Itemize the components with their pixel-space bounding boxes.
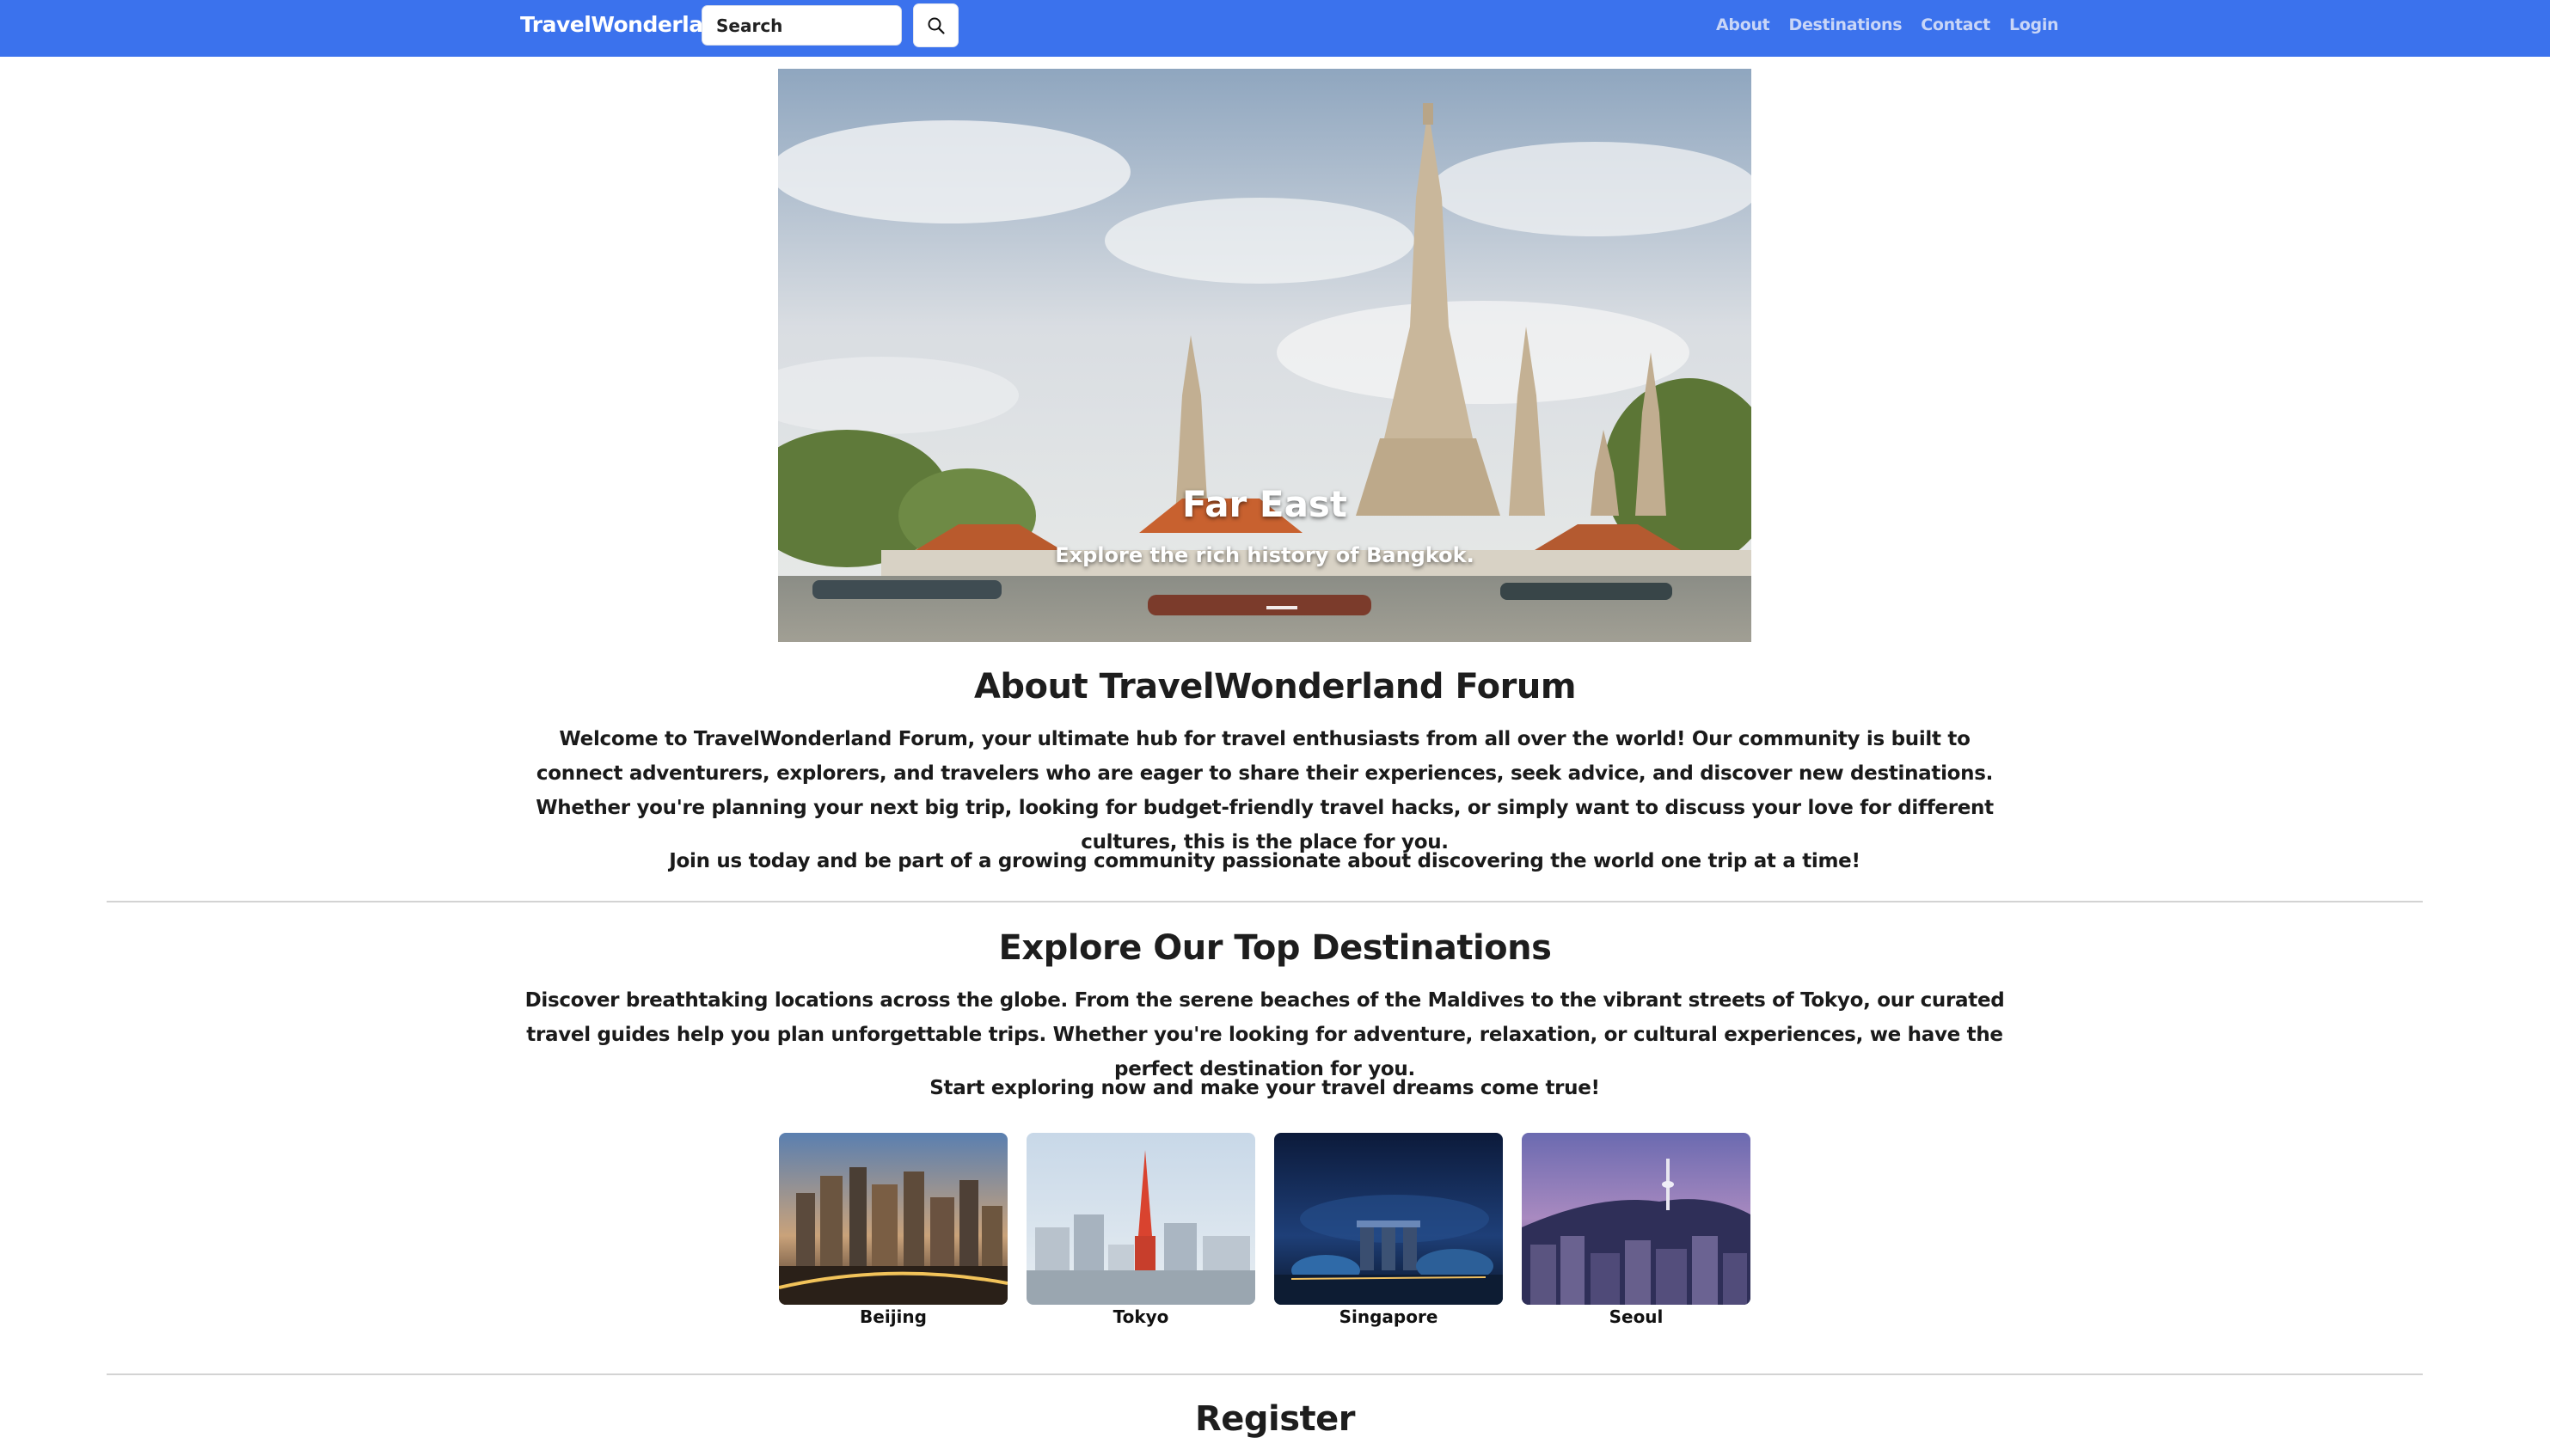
hero-title: Far East — [1181, 483, 1347, 525]
destinations-title: Explore Our Top Destinations — [998, 928, 1552, 968]
section-divider-2 — [107, 1373, 2423, 1375]
nav-link-login[interactable]: Login — [2009, 15, 2059, 34]
navbar: TravelWonderland About Destinations Cont… — [0, 0, 2550, 57]
singapore-image[interactable] — [1274, 1133, 1503, 1305]
about-paragraph: Welcome to TravelWonderland Forum, your … — [536, 728, 1994, 853]
nav-link-about[interactable]: About — [1716, 15, 1770, 34]
destination-label-seoul: Seoul — [1609, 1306, 1664, 1327]
section-divider — [107, 901, 2423, 902]
destination-label-tokyo: Tokyo — [1113, 1306, 1169, 1327]
destination-label-singapore: Singapore — [1339, 1306, 1438, 1327]
beijing-image[interactable] — [779, 1133, 1008, 1305]
nav-links: About Destinations Contact Login — [1716, 0, 2059, 50]
destination-card-singapore[interactable]: Singapore — [1274, 1133, 1503, 1327]
register-title: Register — [1194, 1399, 1356, 1439]
nav-link-destinations[interactable]: Destinations — [1788, 15, 1902, 34]
search-button[interactable] — [913, 3, 959, 47]
search-input[interactable] — [702, 5, 902, 46]
tokyo-image[interactable] — [1027, 1133, 1255, 1305]
destination-card-seoul[interactable]: Seoul — [1522, 1133, 1750, 1327]
about-title: About TravelWonderland Forum — [973, 667, 1577, 707]
destinations-cta-text: Start exploring now and make your travel… — [929, 1077, 1600, 1099]
hero-carousel[interactable]: Far East Explore the rich history of Ban… — [778, 69, 1751, 642]
destination-card-beijing[interactable]: Beijing — [779, 1133, 1008, 1327]
hero-subtitle: Explore the rich history of Bangkok. — [1055, 543, 1474, 567]
destination-card-tokyo[interactable]: Tokyo — [1027, 1133, 1255, 1327]
carousel-indicator[interactable] — [1266, 606, 1297, 609]
nav-link-contact[interactable]: Contact — [1921, 15, 1990, 34]
destination-label-beijing: Beijing — [860, 1306, 927, 1327]
search-icon — [928, 17, 945, 34]
about-join-text: Join us today and be part of a growing c… — [669, 850, 1860, 872]
seoul-image[interactable] — [1522, 1133, 1750, 1305]
